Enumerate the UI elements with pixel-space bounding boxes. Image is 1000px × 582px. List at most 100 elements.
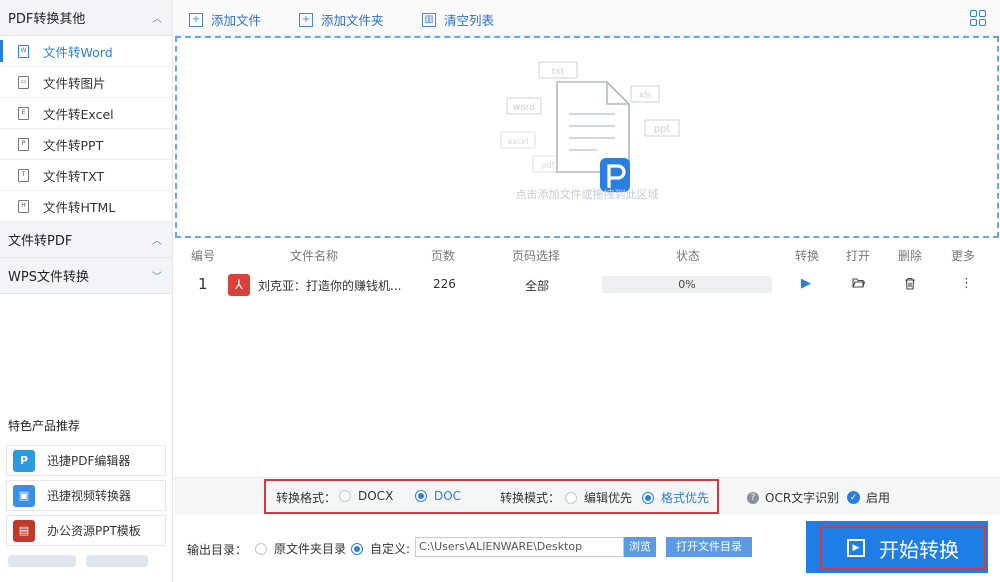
add-folder-button[interactable]: + 添加文件夹 — [299, 10, 384, 29]
radio-checked-icon — [642, 491, 654, 504]
sidebar-item-to-word[interactable]: W 文件转Word — [0, 36, 172, 67]
section-title: PDF转换其他 — [8, 12, 86, 27]
radio-icon — [255, 542, 267, 555]
add-folder-label: 添加文件夹 — [321, 13, 384, 28]
drop-hint: 点击添加文件或拖拽到此区域 — [515, 188, 659, 201]
svg-text:word: word — [513, 103, 535, 113]
section-wps-convert[interactable]: WPS文件转换 ﹀ — [0, 258, 172, 294]
recommend-label: 迅捷视频转换器 — [47, 489, 132, 503]
chevron-down-icon: ﹀ — [152, 272, 162, 283]
col-num: 编号 — [191, 249, 216, 263]
txt-file-icon: T — [18, 168, 29, 182]
col-page-select: 页码选择 — [512, 249, 561, 263]
section-title: WPS文件转换 — [8, 270, 89, 285]
add-file-label: 添加文件 — [211, 13, 262, 28]
sidebar-item-to-excel[interactable]: E 文件转Excel — [0, 98, 172, 129]
recommend-label: 办公资源PPT模板 — [47, 524, 141, 538]
recommend-label: 迅捷PDF编辑器 — [47, 454, 131, 468]
mode-label: 转换模式： — [500, 491, 561, 505]
ppt-file-icon: P — [18, 137, 29, 151]
sidebar-item-label: 文件转Excel — [43, 106, 114, 122]
recommend-video-converter[interactable]: ▣ 迅捷视频转换器 — [6, 480, 166, 511]
grid-view-icon[interactable] — [970, 10, 986, 26]
sidebar-item-label: 文件转图片 — [43, 75, 106, 91]
ocr-label: ? OCR文字识别 — [747, 489, 839, 506]
chevron-up-icon: ︿ — [152, 14, 162, 25]
check-icon: ✓ — [847, 491, 860, 504]
open-folder-icon[interactable] — [852, 277, 866, 293]
mode-edit-first-radio[interactable]: 编辑优先 — [565, 489, 632, 506]
sidebar-item-label: 文件转TXT — [43, 168, 105, 184]
table-row[interactable]: 1 ⅄ 刘克亚：打造你的赚钱机... 226 全部 0% ▶ ⋮ — [174, 269, 1000, 301]
file-table-header: 编号 文件名称 页数 页码选择 状态 转换 打开 删除 更多 — [174, 241, 1000, 267]
output-label: 输出目录： — [187, 543, 248, 557]
sidebar-item-to-txt[interactable]: T 文件转TXT — [0, 160, 172, 191]
row-progress-bar: 0% — [602, 276, 772, 293]
radio-icon — [339, 490, 351, 502]
row-file-name: 刘克亚：打造你的赚钱机... — [258, 279, 402, 293]
mode-format-first-radio[interactable]: 格式优先 — [642, 489, 709, 506]
section-file-to-pdf[interactable]: 文件转PDF ︿ — [0, 222, 172, 258]
sidebar-item-to-html[interactable]: H 文件转HTML — [0, 191, 172, 222]
html-file-icon: H — [18, 199, 29, 213]
section-title: 文件转PDF — [8, 234, 73, 249]
image-file-icon: ▭ — [18, 75, 29, 89]
pdf-file-icon: ⅄ — [228, 274, 250, 296]
recommend-ppt-templates[interactable]: ▤ 办公资源PPT模板 — [6, 515, 166, 546]
more-options-icon[interactable]: ⋮ — [960, 277, 973, 291]
col-name: 文件名称 — [290, 249, 339, 263]
recommend-title: 特色产品推荐 — [8, 419, 81, 433]
col-more: 更多 — [951, 249, 976, 263]
section-pdf-convert-other[interactable]: PDF转换其他 ︿ — [0, 0, 172, 36]
sidebar-item-label: 文件转HTML — [43, 199, 116, 215]
delete-icon[interactable] — [904, 277, 916, 294]
col-pages: 页数 — [431, 249, 456, 263]
col-open: 打开 — [846, 249, 871, 263]
open-directory-button[interactable]: 打开文件目录 — [666, 537, 752, 557]
output-path-field[interactable]: C:\Users\ALIENWARE\Desktop — [415, 537, 624, 557]
help-icon[interactable]: ? — [747, 491, 759, 504]
col-delete: 删除 — [898, 249, 923, 263]
svg-text:txt: txt — [552, 67, 565, 77]
document-illustration: txt word xls ppt excel pdf — [500, 61, 680, 192]
row-status: 0% — [678, 278, 696, 291]
trash-icon: ▥ — [422, 12, 436, 27]
col-status: 状态 — [676, 249, 701, 263]
format-doc-radio[interactable]: DOC — [415, 489, 461, 503]
recommend-pdf-editor[interactable]: P 迅捷PDF编辑器 — [6, 445, 166, 476]
sidebar-item-label: 文件转PPT — [43, 137, 104, 153]
add-file-button[interactable]: + 添加文件 — [189, 10, 261, 29]
col-convert: 转换 — [795, 249, 820, 263]
row-page-select[interactable]: 全部 — [525, 277, 549, 294]
start-convert-button[interactable]: ▶ 开始转换 — [806, 521, 988, 573]
file-drop-zone[interactable]: txt word xls ppt excel pdf 点击添加文件或拖拽到此区域 — [175, 36, 999, 238]
clear-list-label: 清空列表 — [444, 13, 495, 28]
sidebar-item-to-image[interactable]: ▭ 文件转图片 — [0, 67, 172, 98]
play-icon[interactable]: ▶ — [801, 277, 811, 291]
excel-file-icon: E — [18, 106, 29, 120]
output-custom-radio[interactable]: 自定义: — [351, 540, 410, 557]
svg-text:excel: excel — [508, 137, 529, 146]
radio-checked-icon — [415, 490, 427, 502]
add-file-icon: + — [189, 12, 203, 27]
ocr-enable-checkbox[interactable]: ✓ 启用 — [847, 489, 890, 506]
toolbar: + 添加文件 + 添加文件夹 ▥ 清空列表 — [174, 0, 1000, 36]
sidebar-item-label: 文件转Word — [43, 44, 113, 60]
output-original-radio[interactable]: 原文件夹目录 — [255, 540, 346, 557]
word-file-icon: W — [18, 44, 29, 58]
browse-button[interactable]: 浏览 — [624, 537, 656, 557]
start-highlight-frame: ▶ 开始转换 — [820, 526, 986, 570]
video-converter-app-icon: ▣ — [13, 484, 35, 507]
conversion-options-bar: 转换格式： DOCX DOC 转换模式： 编辑优先 格式优先 ? OCR文字识别… — [174, 477, 1000, 515]
start-convert-label: 开始转换 — [879, 537, 959, 562]
radio-checked-icon — [351, 542, 363, 555]
pdf-editor-app-icon: P — [13, 449, 35, 472]
blurred-recommend-row — [8, 555, 148, 567]
format-docx-radio[interactable]: DOCX — [339, 489, 393, 503]
add-folder-icon: + — [299, 12, 313, 27]
clear-list-button[interactable]: ▥ 清空列表 — [422, 10, 494, 29]
sidebar-item-to-ppt[interactable]: P 文件转PPT — [0, 129, 172, 160]
chevron-up-icon: ︿ — [152, 236, 162, 247]
svg-text:ppt: ppt — [654, 124, 671, 135]
format-label: 转换格式： — [276, 491, 337, 505]
